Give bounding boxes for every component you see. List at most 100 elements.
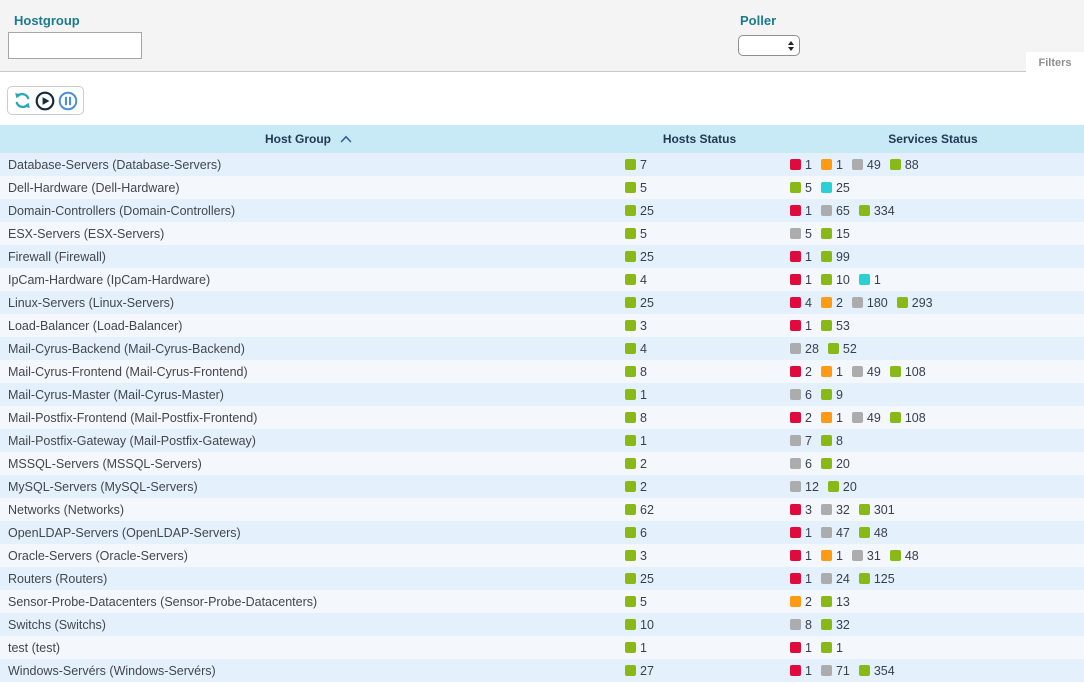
status-value: 48 <box>905 549 919 563</box>
hostgroup-name-cell: ESX-Servers (ESX-Servers) <box>0 227 617 241</box>
hostgroup-name-link[interactable]: IpCam-Hardware (IpCam-Hardware) <box>8 273 617 287</box>
hostgroup-name-link[interactable]: Sensor-Probe-Datacenters (Sensor-Probe-D… <box>8 595 617 609</box>
green-status-badge <box>821 435 832 446</box>
status-count: 8 <box>625 411 647 425</box>
status-value: 3 <box>805 503 812 517</box>
hostgroup-name-link[interactable]: MySQL-Servers (MySQL-Servers) <box>8 480 617 494</box>
status-count: 25 <box>821 181 850 195</box>
green-status-badge <box>625 159 636 170</box>
green-status-badge <box>625 343 636 354</box>
services-status-cell: 1220 <box>782 480 1084 494</box>
gray-status-badge <box>790 435 801 446</box>
table-row: Sensor-Probe-Datacenters (Sensor-Probe-D… <box>0 590 1084 613</box>
hostgroup-name-link[interactable]: Dell-Hardware (Dell-Hardware) <box>8 181 617 195</box>
status-count: 1 <box>821 411 843 425</box>
hostgroup-name-link[interactable]: test (test) <box>8 641 617 655</box>
status-count: 25 <box>625 296 654 310</box>
status-count: 20 <box>828 480 857 494</box>
services-status-cell: 113148 <box>782 549 1084 563</box>
poller-select[interactable] <box>738 35 800 56</box>
green-status-badge <box>625 596 636 607</box>
column-header-host-group[interactable]: Host Group <box>0 132 617 146</box>
status-count: 1 <box>790 250 812 264</box>
status-count: 2 <box>625 480 647 494</box>
gray-status-badge <box>790 343 801 354</box>
hosts-status-cell: 4 <box>617 273 782 287</box>
column-header-services-status[interactable]: Services Status <box>782 132 1084 146</box>
hosts-status-cell: 10 <box>617 618 782 632</box>
status-count: 88 <box>890 158 919 172</box>
status-value: 3 <box>640 319 647 333</box>
status-value: 25 <box>640 250 654 264</box>
play-icon[interactable] <box>35 91 55 111</box>
gray-status-badge <box>790 228 801 239</box>
status-value: 354 <box>874 664 895 678</box>
status-value: 47 <box>836 526 850 540</box>
hostgroup-name-link[interactable]: Switchs (Switchs) <box>8 618 617 632</box>
red-status-badge <box>790 573 801 584</box>
green-status-badge <box>625 550 636 561</box>
status-count: 5 <box>625 181 647 195</box>
hostgroup-name-link[interactable]: Mail-Postfix-Frontend (Mail-Postfix-Fron… <box>8 411 617 425</box>
hostgroup-name-cell: test (test) <box>0 641 617 655</box>
status-count: 1 <box>790 664 812 678</box>
hostgroup-input[interactable] <box>8 32 142 59</box>
filters-tab[interactable]: Filters <box>1026 52 1084 73</box>
status-value: 1 <box>805 204 812 218</box>
status-value: 32 <box>836 503 850 517</box>
hostgroup-name-link[interactable]: OpenLDAP-Servers (OpenLDAP-Servers) <box>8 526 617 540</box>
hostgroup-name-link[interactable]: Networks (Networks) <box>8 503 617 517</box>
hostgroup-name-link[interactable]: Routers (Routers) <box>8 572 617 586</box>
status-value: 1 <box>805 319 812 333</box>
column-header-hosts-status[interactable]: Hosts Status <box>617 132 782 146</box>
hostgroup-name-link[interactable]: Mail-Cyrus-Master (Mail-Cyrus-Master) <box>8 388 617 402</box>
status-count: 5 <box>625 595 647 609</box>
hostgroup-name-link[interactable]: Mail-Cyrus-Frontend (Mail-Cyrus-Frontend… <box>8 365 617 379</box>
table-row: Linux-Servers (Linux-Servers)2542180293 <box>0 291 1084 314</box>
hostgroup-name-link[interactable]: Windows-Servérs (Windows-Servérs) <box>8 664 617 678</box>
green-status-badge <box>625 228 636 239</box>
hostgroup-name-cell: Linux-Servers (Linux-Servers) <box>0 296 617 310</box>
green-status-badge <box>859 205 870 216</box>
pause-icon[interactable] <box>58 91 78 111</box>
table-row: Mail-Cyrus-Master (Mail-Cyrus-Master)169 <box>0 383 1084 406</box>
status-value: 31 <box>867 549 881 563</box>
red-status-badge <box>790 320 801 331</box>
green-status-badge <box>821 458 832 469</box>
status-count: 3 <box>625 319 647 333</box>
hostgroup-name-link[interactable]: MSSQL-Servers (MSSQL-Servers) <box>8 457 617 471</box>
status-count: 25 <box>625 204 654 218</box>
refresh-icon[interactable] <box>13 91 32 110</box>
hostgroup-name-cell: Firewall (Firewall) <box>0 250 617 264</box>
gray-status-badge <box>852 366 863 377</box>
status-value: 334 <box>874 204 895 218</box>
hostgroup-name-link[interactable]: Domain-Controllers (Domain-Controllers) <box>8 204 617 218</box>
hostgroup-name-link[interactable]: Load-Balancer (Load-Balancer) <box>8 319 617 333</box>
cyan-status-badge <box>859 274 870 285</box>
status-value: 99 <box>836 250 850 264</box>
status-value: 20 <box>843 480 857 494</box>
table-row: Mail-Postfix-Frontend (Mail-Postfix-Fron… <box>0 406 1084 429</box>
red-status-badge <box>790 366 801 377</box>
orange-status-badge <box>821 412 832 423</box>
status-value: 2 <box>640 457 647 471</box>
status-value: 1 <box>640 434 647 448</box>
gray-status-badge <box>852 550 863 561</box>
status-value: 32 <box>836 618 850 632</box>
status-count: 49 <box>852 158 881 172</box>
status-count: 10 <box>625 618 654 632</box>
status-value: 48 <box>874 526 888 540</box>
status-count: 5 <box>625 227 647 241</box>
hostgroup-name-link[interactable]: Oracle-Servers (Oracle-Servers) <box>8 549 617 563</box>
hostgroup-name-link[interactable]: Mail-Cyrus-Backend (Mail-Cyrus-Backend) <box>8 342 617 356</box>
hostgroup-name-link[interactable]: Mail-Postfix-Gateway (Mail-Postfix-Gatew… <box>8 434 617 448</box>
status-value: 71 <box>836 664 850 678</box>
hostgroup-name-link[interactable]: ESX-Servers (ESX-Servers) <box>8 227 617 241</box>
green-status-badge <box>859 665 870 676</box>
green-status-badge <box>625 389 636 400</box>
hostgroup-name-link[interactable]: Linux-Servers (Linux-Servers) <box>8 296 617 310</box>
green-status-badge <box>859 527 870 538</box>
hostgroup-name-link[interactable]: Firewall (Firewall) <box>8 250 617 264</box>
table-row: Database-Servers (Database-Servers)71149… <box>0 153 1084 176</box>
hostgroup-name-link[interactable]: Database-Servers (Database-Servers) <box>8 158 617 172</box>
